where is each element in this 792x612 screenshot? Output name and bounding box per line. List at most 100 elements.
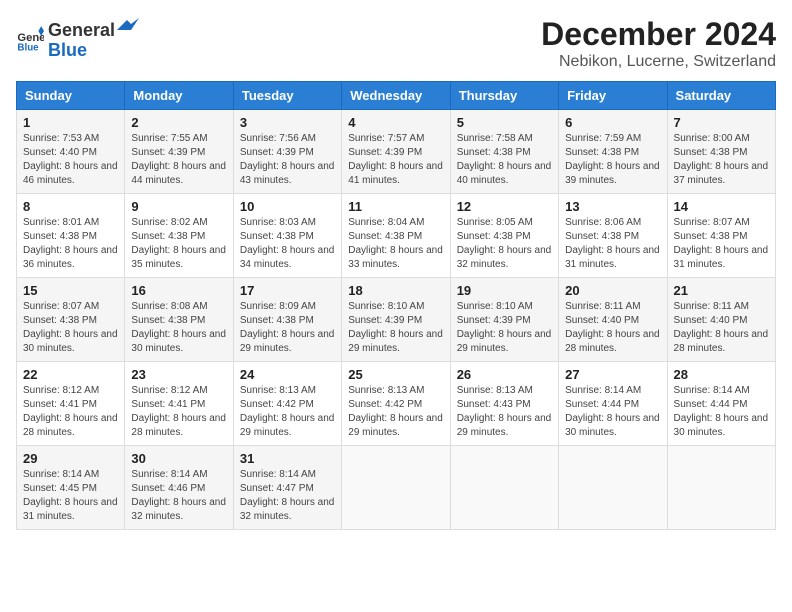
calendar-cell: 22 Sunrise: 8:12 AMSunset: 4:41 PMDayligh…: [17, 362, 125, 446]
calendar-cell: 13Sunrise: 8:06 AMSunset: 4:38 PMDayligh…: [559, 194, 667, 278]
svg-text:Blue: Blue: [17, 43, 39, 52]
location-title: Nebikon, Lucerne, Switzerland: [541, 53, 776, 71]
day-number: 3: [240, 115, 335, 130]
day-info: Sunrise: 8:13 AMSunset: 4:42 PMDaylight:…: [240, 384, 335, 440]
day-info: Sunrise: 8:07 AMSunset: 4:38 PMDaylight:…: [674, 216, 769, 272]
day-info: Sunrise: 7:57 AMSunset: 4:39 PMDaylight:…: [348, 132, 443, 188]
day-info: Sunrise: 8:09 AMSunset: 4:38 PMDaylight:…: [240, 300, 335, 356]
day-info: Sunrise: 7:56 AMSunset: 4:39 PMDaylight:…: [240, 132, 335, 188]
day-number: 31: [240, 451, 335, 466]
calendar-cell: [342, 446, 450, 530]
day-info: Sunrise: 7:53 AMSunset: 4:40 PMDaylight:…: [23, 132, 118, 188]
calendar-week-row: 22 Sunrise: 8:12 AMSunset: 4:41 PMDayligh…: [17, 362, 776, 446]
weekday-header-wednesday: Wednesday: [342, 82, 450, 110]
calendar-cell: 1 Sunrise: 7:53 AMSunset: 4:40 PMDaylight…: [17, 110, 125, 194]
weekday-header-tuesday: Tuesday: [233, 82, 341, 110]
weekday-header-friday: Friday: [559, 82, 667, 110]
weekday-header-row: SundayMondayTuesdayWednesdayThursdayFrid…: [17, 82, 776, 110]
calendar-cell: 27Sunrise: 8:14 AMSunset: 4:44 PMDayligh…: [559, 362, 667, 446]
calendar-cell: 2 Sunrise: 7:55 AMSunset: 4:39 PMDaylight…: [125, 110, 233, 194]
day-number: 10: [240, 199, 335, 214]
day-info: Sunrise: 8:14 AMSunset: 4:45 PMDaylight:…: [23, 468, 118, 524]
day-number: 2: [131, 115, 226, 130]
day-number: 29: [23, 451, 118, 466]
calendar-cell: 30Sunrise: 8:14 AMSunset: 4:46 PMDayligh…: [125, 446, 233, 530]
day-info: Sunrise: 8:14 AMSunset: 4:44 PMDaylight:…: [565, 384, 660, 440]
calendar-cell: 9Sunrise: 8:02 AMSunset: 4:38 PMDaylight…: [125, 194, 233, 278]
day-number: 7: [674, 115, 769, 130]
day-info: Sunrise: 8:14 AMSunset: 4:44 PMDaylight:…: [674, 384, 769, 440]
day-number: 26: [457, 367, 552, 382]
calendar-cell: 8Sunrise: 8:01 AMSunset: 4:38 PMDaylight…: [17, 194, 125, 278]
day-number: 14: [674, 199, 769, 214]
calendar-cell: 4 Sunrise: 7:57 AMSunset: 4:39 PMDaylight…: [342, 110, 450, 194]
day-number: 15: [23, 283, 118, 298]
day-number: 20: [565, 283, 660, 298]
day-number: 5: [457, 115, 552, 130]
day-number: 23: [131, 367, 226, 382]
day-info: Sunrise: 7:59 AMSunset: 4:38 PMDaylight:…: [565, 132, 660, 188]
logo-icon: General Blue: [16, 24, 44, 52]
day-number: 25: [348, 367, 443, 382]
calendar-cell: 3 Sunrise: 7:56 AMSunset: 4:39 PMDaylight…: [233, 110, 341, 194]
day-info: Sunrise: 8:03 AMSunset: 4:38 PMDaylight:…: [240, 216, 335, 272]
day-number: 13: [565, 199, 660, 214]
calendar-cell: 20 Sunrise: 8:11 AMSunset: 4:40 PMDayligh…: [559, 278, 667, 362]
day-number: 22: [23, 367, 118, 382]
calendar-cell: [450, 446, 558, 530]
day-number: 30: [131, 451, 226, 466]
calendar-cell: [667, 446, 775, 530]
calendar-cell: 10 Sunrise: 8:03 AMSunset: 4:38 PMDayligh…: [233, 194, 341, 278]
day-info: Sunrise: 8:12 AMSunset: 4:41 PMDaylight:…: [23, 384, 118, 440]
day-number: 9: [131, 199, 226, 214]
calendar-cell: 28 Sunrise: 8:14 AMSunset: 4:44 PMDayligh…: [667, 362, 775, 446]
day-info: Sunrise: 7:55 AMSunset: 4:39 PMDaylight:…: [131, 132, 226, 188]
day-info: Sunrise: 8:13 AMSunset: 4:43 PMDaylight:…: [457, 384, 552, 440]
calendar-cell: 12Sunrise: 8:05 AMSunset: 4:38 PMDayligh…: [450, 194, 558, 278]
logo-bird-icon: [117, 16, 139, 36]
day-info: Sunrise: 8:14 AMSunset: 4:47 PMDaylight:…: [240, 468, 335, 524]
day-info: Sunrise: 8:05 AMSunset: 4:38 PMDaylight:…: [457, 216, 552, 272]
logo: General Blue General Blue: [16, 16, 141, 61]
day-info: Sunrise: 8:01 AMSunset: 4:38 PMDaylight:…: [23, 216, 118, 272]
day-number: 1: [23, 115, 118, 130]
day-info: Sunrise: 8:00 AMSunset: 4:38 PMDaylight:…: [674, 132, 769, 188]
weekday-header-sunday: Sunday: [17, 82, 125, 110]
calendar-cell: 15 Sunrise: 8:07 AMSunset: 4:38 PMDayligh…: [17, 278, 125, 362]
calendar-cell: 17 Sunrise: 8:09 AMSunset: 4:38 PMDayligh…: [233, 278, 341, 362]
day-info: Sunrise: 7:58 AMSunset: 4:38 PMDaylight:…: [457, 132, 552, 188]
day-info: Sunrise: 8:13 AMSunset: 4:42 PMDaylight:…: [348, 384, 443, 440]
calendar-cell: 23 Sunrise: 8:12 AMSunset: 4:41 PMDayligh…: [125, 362, 233, 446]
day-info: Sunrise: 8:11 AMSunset: 4:40 PMDaylight:…: [565, 300, 660, 356]
calendar-cell: 14 Sunrise: 8:07 AMSunset: 4:38 PMDayligh…: [667, 194, 775, 278]
logo-blue-text: Blue: [48, 40, 87, 60]
day-number: 11: [348, 199, 443, 214]
month-title: December 2024: [541, 16, 776, 53]
calendar-cell: 31 Sunrise: 8:14 AMSunset: 4:47 PMDayligh…: [233, 446, 341, 530]
weekday-header-thursday: Thursday: [450, 82, 558, 110]
day-number: 16: [131, 283, 226, 298]
page-header: General Blue General Blue December 2024 …: [16, 16, 776, 71]
day-number: 19: [457, 283, 552, 298]
calendar-cell: 18Sunrise: 8:10 AMSunset: 4:39 PMDayligh…: [342, 278, 450, 362]
calendar-cell: 5 Sunrise: 7:58 AMSunset: 4:38 PMDaylight…: [450, 110, 558, 194]
day-number: 17: [240, 283, 335, 298]
day-number: 24: [240, 367, 335, 382]
calendar-cell: 19Sunrise: 8:10 AMSunset: 4:39 PMDayligh…: [450, 278, 558, 362]
calendar-cell: [559, 446, 667, 530]
calendar-cell: 16 Sunrise: 8:08 AMSunset: 4:38 PMDayligh…: [125, 278, 233, 362]
day-info: Sunrise: 8:12 AMSunset: 4:41 PMDaylight:…: [131, 384, 226, 440]
calendar-cell: 24 Sunrise: 8:13 AMSunset: 4:42 PMDayligh…: [233, 362, 341, 446]
day-number: 28: [674, 367, 769, 382]
day-number: 4: [348, 115, 443, 130]
day-info: Sunrise: 8:10 AMSunset: 4:39 PMDaylight:…: [348, 300, 443, 356]
day-info: Sunrise: 8:08 AMSunset: 4:38 PMDaylight:…: [131, 300, 226, 356]
calendar-cell: 7 Sunrise: 8:00 AMSunset: 4:38 PMDaylight…: [667, 110, 775, 194]
calendar-cell: 6Sunrise: 7:59 AMSunset: 4:38 PMDaylight…: [559, 110, 667, 194]
day-number: 21: [674, 283, 769, 298]
calendar-table: SundayMondayTuesdayWednesdayThursdayFrid…: [16, 81, 776, 530]
calendar-week-row: 1 Sunrise: 7:53 AMSunset: 4:40 PMDaylight…: [17, 110, 776, 194]
day-info: Sunrise: 8:07 AMSunset: 4:38 PMDaylight:…: [23, 300, 118, 356]
logo-general-text: General: [48, 21, 115, 41]
calendar-week-row: 15 Sunrise: 8:07 AMSunset: 4:38 PMDayligh…: [17, 278, 776, 362]
